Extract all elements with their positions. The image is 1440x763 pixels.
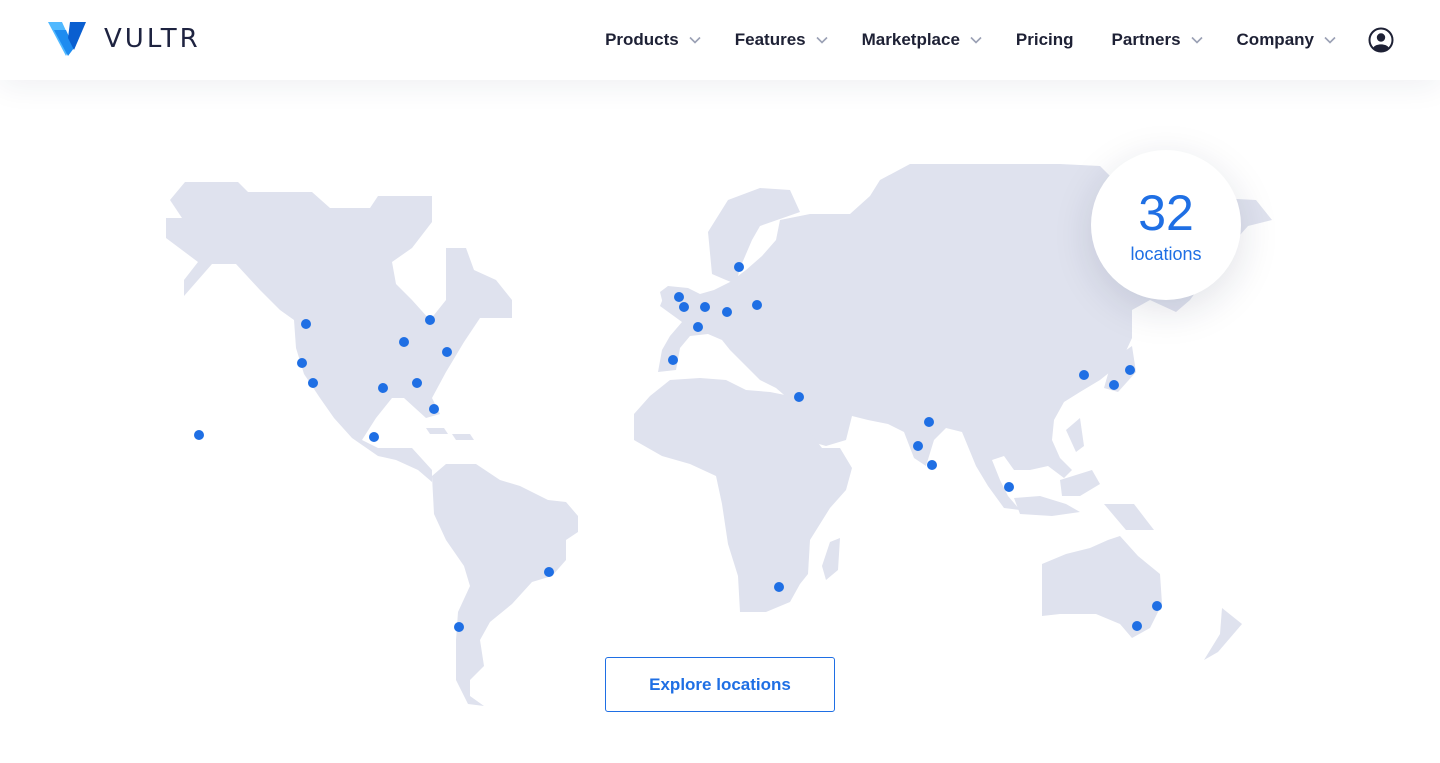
brand-name: VULTR <box>104 24 201 54</box>
location-dot-chicago[interactable] <box>399 337 409 347</box>
location-dot-johannesburg[interactable] <box>774 582 784 592</box>
location-dot-singapore[interactable] <box>1004 482 1014 492</box>
location-dot-seoul[interactable] <box>1079 370 1089 380</box>
location-dot-mumbai[interactable] <box>913 441 923 451</box>
location-dot-mexico-city[interactable] <box>369 432 379 442</box>
locations-label: locations <box>1130 243 1202 264</box>
location-dot-warsaw[interactable] <box>752 300 762 310</box>
nav-company[interactable]: Company <box>1237 0 1336 80</box>
location-dot-new-york[interactable] <box>442 347 452 357</box>
location-dot-stockholm[interactable] <box>734 262 744 272</box>
nav-pricing-label: Pricing <box>1015 30 1074 49</box>
main-nav: Products Features Marketplace Pricing Pa… <box>605 0 1440 80</box>
location-dot-frankfurt[interactable] <box>722 307 732 317</box>
location-dot-santiago[interactable] <box>454 622 464 632</box>
location-dot-honolulu[interactable] <box>194 430 204 440</box>
caribbean-island <box>426 428 448 434</box>
south-america-landmass <box>432 464 578 706</box>
location-dot-bangalore[interactable] <box>927 460 937 470</box>
location-dot-dallas[interactable] <box>378 383 388 393</box>
location-dot-melbourne[interactable] <box>1132 621 1142 631</box>
location-dot-manchester[interactable] <box>679 302 689 312</box>
new-zealand-landmass <box>1204 608 1242 660</box>
philippines-island <box>1066 418 1084 452</box>
location-dot-seattle[interactable] <box>301 319 311 329</box>
vultr-logo-icon <box>48 22 86 56</box>
indonesia-island <box>1014 496 1080 516</box>
location-dot-london[interactable] <box>674 292 684 302</box>
location-dot-sydney[interactable] <box>1152 601 1162 611</box>
chevron-down-icon <box>1324 36 1336 44</box>
location-dot-sao-paulo[interactable] <box>544 567 554 577</box>
chevron-down-icon <box>1190 36 1203 44</box>
madagascar-landmass <box>822 538 840 580</box>
vultr-logo[interactable]: VULTR <box>48 20 201 58</box>
location-dot-delhi[interactable] <box>924 417 934 427</box>
nav-company-label: Company <box>1236 30 1314 49</box>
australia-landmass <box>1042 536 1162 638</box>
user-account-icon[interactable] <box>1368 27 1394 53</box>
site-header: VULTR Products Features Marketplace Pric… <box>0 0 1440 80</box>
nav-features-label: Features <box>734 30 806 49</box>
nav-partners-label: Partners <box>1111 30 1181 49</box>
new-guinea-island <box>1104 504 1154 530</box>
locations-count-badge: 32 locations <box>1091 150 1241 300</box>
nav-pricing[interactable]: Pricing <box>1016 0 1074 80</box>
caribbean-island <box>452 434 474 440</box>
location-dot-los-angeles[interactable] <box>308 378 318 388</box>
chevron-down-icon <box>689 36 701 44</box>
nav-products-label: Products <box>605 30 679 49</box>
location-dot-tokyo[interactable] <box>1125 365 1135 375</box>
location-dot-miami[interactable] <box>429 404 439 414</box>
explore-locations-button[interactable]: Explore locations <box>605 657 835 712</box>
location-dot-madrid[interactable] <box>668 355 678 365</box>
location-dot-toronto[interactable] <box>425 315 435 325</box>
location-dot-silicon-valley[interactable] <box>297 358 307 368</box>
chevron-down-icon <box>970 36 982 44</box>
location-dot-tel-aviv[interactable] <box>794 392 804 402</box>
nav-partners[interactable]: Partners <box>1112 0 1203 80</box>
location-dot-paris[interactable] <box>693 322 703 332</box>
chevron-down-icon <box>816 36 828 44</box>
nav-products[interactable]: Products <box>605 0 701 80</box>
location-dot-osaka[interactable] <box>1109 380 1119 390</box>
nav-features[interactable]: Features <box>735 0 828 80</box>
nav-marketplace-label: Marketplace <box>861 30 960 49</box>
nav-marketplace[interactable]: Marketplace <box>862 0 982 80</box>
locations-count: 32 <box>1138 184 1194 241</box>
location-dot-amsterdam[interactable] <box>700 302 710 312</box>
location-dot-atlanta[interactable] <box>412 378 422 388</box>
